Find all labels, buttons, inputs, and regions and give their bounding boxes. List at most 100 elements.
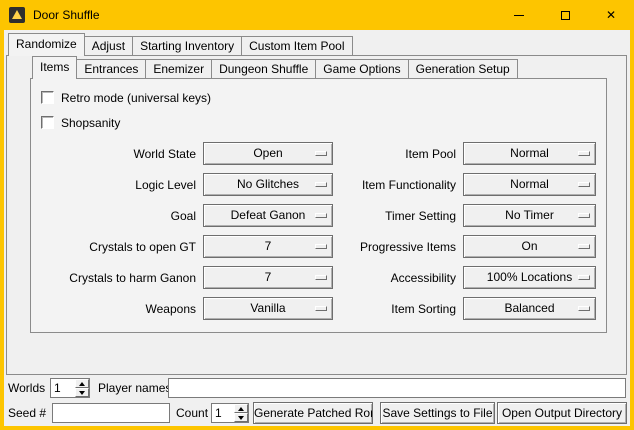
tab-adjust[interactable]: Adjust: [84, 36, 133, 56]
logic-level-select[interactable]: No Glitches: [203, 173, 333, 196]
worlds-spinner-buttons: [75, 379, 89, 397]
tab-enemizer[interactable]: Enemizer: [145, 59, 212, 79]
crystals-harm-ganon-value: 7: [265, 270, 272, 284]
item-pool-value: Normal: [510, 146, 549, 160]
tab-starting-inventory[interactable]: Starting Inventory: [132, 36, 242, 56]
dropdown-indicator-icon: [578, 244, 590, 249]
progressive-items-value: On: [521, 239, 537, 253]
accessibility-label: Accessibility: [333, 271, 463, 285]
outer-tab-bar: Randomize Adjust Starting Inventory Cust…: [8, 33, 352, 56]
option-row: Weapons Vanilla Item Sorting Balanced: [31, 293, 606, 324]
count-spinner[interactable]: [211, 403, 249, 423]
accessibility-select[interactable]: 100% Locations: [463, 266, 596, 289]
shopsanity-checkbox[interactable]: [41, 116, 54, 129]
dropdown-indicator-icon: [315, 213, 327, 218]
dropdown-indicator-icon: [578, 213, 590, 218]
crystals-open-gt-label: Crystals to open GT: [31, 240, 203, 254]
maximize-button[interactable]: [542, 0, 588, 30]
count-down-button[interactable]: [234, 413, 248, 422]
maximize-icon: [561, 11, 570, 20]
progressive-items-label: Progressive Items: [333, 240, 463, 254]
dropdown-indicator-icon: [315, 151, 327, 156]
player-names-label: Player names: [98, 378, 171, 398]
titlebar: Door Shuffle ✕: [0, 0, 634, 30]
item-sorting-select[interactable]: Balanced: [463, 297, 596, 320]
goal-select[interactable]: Defeat Ganon: [203, 204, 333, 227]
item-pool-label: Item Pool: [333, 147, 463, 161]
logic-level-label: Logic Level: [31, 178, 203, 192]
dropdown-indicator-icon: [315, 182, 327, 187]
progressive-items-select[interactable]: On: [463, 235, 596, 258]
dropdown-indicator-icon: [578, 182, 590, 187]
inner-tab-bar: Items Entrances Enemizer Dungeon Shuffle…: [32, 56, 517, 79]
tab-entrances[interactable]: Entrances: [76, 59, 146, 79]
count-label: Count: [176, 403, 208, 423]
option-row: Logic Level No Glitches Item Functionali…: [31, 169, 606, 200]
seed-input[interactable]: [52, 403, 170, 423]
retro-mode-label: Retro mode (universal keys): [61, 91, 211, 105]
weapons-value: Vanilla: [250, 301, 285, 315]
tab-items[interactable]: Items: [32, 56, 77, 79]
timer-setting-select[interactable]: No Timer: [463, 204, 596, 227]
item-functionality-select[interactable]: Normal: [463, 173, 596, 196]
items-tab-pane: Retro mode (universal keys) Shopsanity W…: [30, 78, 607, 333]
tab-custom-item-pool[interactable]: Custom Item Pool: [241, 36, 352, 56]
shopsanity-label: Shopsanity: [61, 116, 120, 130]
count-input[interactable]: [212, 404, 234, 422]
save-settings-button[interactable]: Save Settings to File: [380, 402, 495, 424]
goal-label: Goal: [31, 209, 203, 223]
tab-generation-setup[interactable]: Generation Setup: [408, 59, 518, 79]
timer-setting-value: No Timer: [505, 208, 554, 222]
weapons-select[interactable]: Vanilla: [203, 297, 333, 320]
item-pool-select[interactable]: Normal: [463, 142, 596, 165]
item-functionality-label: Item Functionality: [333, 178, 463, 192]
minimize-icon: [514, 15, 524, 16]
arrow-up-icon: [238, 407, 244, 411]
app-window: Door Shuffle ✕ Randomize Adjust Starting…: [0, 0, 634, 430]
item-sorting-label: Item Sorting: [333, 302, 463, 316]
window-title: Door Shuffle: [33, 8, 100, 22]
minimize-button[interactable]: [496, 0, 542, 30]
dropdown-indicator-icon: [315, 306, 327, 311]
worlds-spinner[interactable]: [50, 378, 90, 398]
worlds-up-button[interactable]: [75, 379, 89, 388]
count-up-button[interactable]: [234, 404, 248, 413]
dropdown-indicator-icon: [578, 306, 590, 311]
window-controls: ✕: [496, 0, 634, 30]
player-names-input[interactable]: [168, 378, 626, 398]
generate-patched-rom-button[interactable]: Generate Patched Rom: [253, 402, 373, 424]
item-sorting-value: Balanced: [504, 301, 554, 315]
client-area: Randomize Adjust Starting Inventory Cust…: [4, 30, 630, 426]
dropdown-indicator-icon: [315, 244, 327, 249]
shopsanity-row: Shopsanity: [31, 110, 606, 135]
option-row: Crystals to harm Ganon 7 Accessibility 1…: [31, 262, 606, 293]
tab-dungeon-shuffle[interactable]: Dungeon Shuffle: [211, 59, 316, 79]
options-grid: World State Open Item Pool Normal Logic …: [31, 138, 606, 324]
item-functionality-value: Normal: [510, 177, 549, 191]
arrow-down-icon: [79, 391, 85, 395]
arrow-up-icon: [79, 382, 85, 386]
option-row: Crystals to open GT 7 Progressive Items …: [31, 231, 606, 262]
world-state-select[interactable]: Open: [203, 142, 333, 165]
worlds-input[interactable]: [51, 379, 75, 397]
worlds-down-button[interactable]: [75, 388, 89, 397]
arrow-down-icon: [238, 416, 244, 420]
retro-mode-checkbox[interactable]: [41, 91, 54, 104]
close-button[interactable]: ✕: [588, 0, 634, 30]
logic-level-value: No Glitches: [237, 177, 299, 191]
weapons-label: Weapons: [31, 302, 203, 316]
dropdown-indicator-icon: [315, 275, 327, 280]
goal-value: Defeat Ganon: [231, 208, 306, 222]
open-output-directory-button[interactable]: Open Output Directory: [497, 402, 627, 424]
crystals-open-gt-select[interactable]: 7: [203, 235, 333, 258]
app-icon: [9, 7, 25, 23]
tab-randomize[interactable]: Randomize: [8, 33, 85, 56]
retro-mode-row: Retro mode (universal keys): [31, 85, 606, 110]
tab-game-options[interactable]: Game Options: [315, 59, 408, 79]
world-state-label: World State: [31, 147, 203, 161]
count-spinner-buttons: [234, 404, 248, 422]
accessibility-value: 100% Locations: [487, 270, 572, 284]
crystals-harm-ganon-select[interactable]: 7: [203, 266, 333, 289]
world-state-value: Open: [253, 146, 282, 160]
timer-setting-label: Timer Setting: [333, 209, 463, 223]
